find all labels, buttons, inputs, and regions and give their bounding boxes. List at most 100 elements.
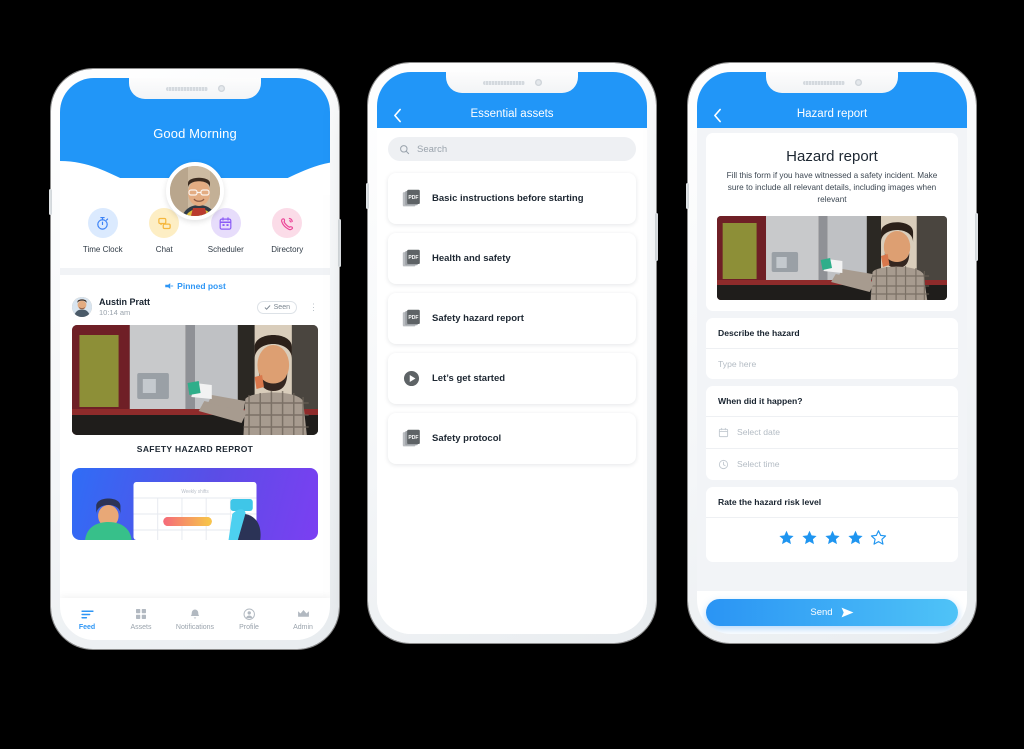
select-time-input[interactable]: Select time [706, 449, 958, 480]
when-happened-question: When did it happen? [706, 386, 958, 417]
nav-label: Notifications [175, 624, 215, 631]
page-title: Hazard report [796, 108, 868, 120]
star-icon[interactable] [778, 529, 795, 546]
asset-item-lets-get-started[interactable]: Let’s get started [388, 353, 636, 404]
svg-text:PDF: PDF [408, 255, 418, 261]
pdf-icon: PDF [402, 189, 420, 207]
svg-text:PDF: PDF [408, 195, 418, 201]
post-header: Austin Pratt 10:14 am Seen ⋮ [60, 295, 330, 325]
assets-body: Search PDF Basic instructions before sta… [377, 128, 647, 634]
greeting-text: Good Morning [153, 126, 237, 141]
rate-risk-question: Rate the hazard risk level [706, 487, 958, 518]
question-label: Rate the hazard risk level [718, 496, 822, 507]
star-icon[interactable] [870, 529, 887, 546]
phone-ring-icon [272, 208, 303, 238]
send-label: Send [810, 607, 833, 618]
input-placeholder: Select time [737, 459, 780, 470]
quick-action-label: Time Clock [82, 245, 123, 254]
weekly-shifts-illustration: Weekly shifts [85, 481, 261, 540]
pinned-post-banner: Pinned post [60, 275, 330, 295]
phone-mockup-hazard-report: Hazard report Hazard report Fill this fo… [686, 63, 978, 643]
post-author-block: Austin Pratt 10:14 am [99, 297, 150, 318]
search-placeholder: Search [417, 143, 448, 155]
asset-item-safety-protocol[interactable]: PDF Safety protocol [388, 413, 636, 464]
worker-photo [717, 215, 947, 300]
nav-label: Admin [293, 624, 313, 631]
phone1-notch [129, 78, 261, 99]
nav-item-notifications[interactable]: Notifications [171, 607, 219, 631]
send-button[interactable]: Send [706, 599, 958, 626]
speaker-grill-icon [165, 86, 208, 91]
seen-label: Seen [273, 303, 290, 311]
when-happened-card: When did it happen? Select date Select t… [706, 385, 958, 480]
star-icon[interactable] [801, 529, 818, 546]
nav-item-assets[interactable]: Assets [117, 607, 165, 631]
rating-stars[interactable] [706, 518, 958, 562]
post-author-avatar[interactable] [72, 297, 92, 318]
svg-text:Weekly shifts: Weekly shifts [181, 488, 209, 494]
post-caption: SAFETY HAZARD REPROT [60, 434, 330, 468]
input-placeholder: Select date [737, 427, 780, 438]
nav-label: Profile [239, 624, 259, 631]
asset-item-safety-hazard-report[interactable]: PDF Safety hazard report [388, 293, 636, 344]
phone2-notch [446, 72, 578, 93]
back-button[interactable] [709, 107, 725, 123]
star-icon[interactable] [824, 529, 841, 546]
play-icon [403, 370, 420, 387]
hazard-form-body: Hazard report Fill this form if you have… [697, 128, 967, 634]
phone3-notch [766, 72, 898, 93]
asset-item-basic-instructions[interactable]: PDF Basic instructions before starting [388, 173, 636, 224]
post-timestamp: 10:14 am [99, 308, 131, 318]
grid-icon [117, 607, 165, 621]
phone3-screen: Hazard report Hazard report Fill this fo… [697, 72, 967, 634]
asset-label: Safety protocol [432, 433, 502, 444]
asset-item-health-and-safety[interactable]: PDF Health and safety [388, 233, 636, 284]
form-intro-card: Hazard report Fill this form if you have… [706, 133, 958, 311]
post-author-name: Austin Pratt [99, 297, 151, 307]
weekly-shifts-card[interactable]: Weekly shifts [72, 467, 318, 540]
star-icon[interactable] [847, 529, 864, 546]
describe-hazard-question: Describe the hazard [706, 318, 958, 349]
front-camera-icon [217, 85, 225, 92]
describe-hazard-input[interactable]: Type here [706, 349, 958, 379]
pin-icon [165, 283, 174, 289]
quick-action-directory[interactable]: Directory [261, 208, 313, 254]
speaker-grill-icon [802, 80, 845, 85]
speaker-grill-icon [482, 80, 525, 85]
nav-item-admin[interactable]: Admin [279, 607, 327, 631]
pinned-post-label: Pinned post [177, 281, 226, 291]
asset-label: Health and safety [432, 253, 511, 264]
send-button-bar: Send [697, 591, 967, 634]
phone-mockup-assets: Essential assets Search PDF Basic instru… [366, 63, 658, 643]
quick-action-time-clock[interactable]: Time Clock [77, 208, 129, 254]
avatar[interactable] [166, 162, 224, 220]
page-title: Essential assets [470, 108, 554, 120]
hazard-image[interactable] [717, 215, 947, 300]
nav-item-profile[interactable]: Profile [225, 607, 273, 631]
status-badge-seen[interactable]: Seen [256, 300, 297, 314]
calendar-icon [718, 427, 729, 437]
nav-item-feed[interactable]: Feed [63, 607, 111, 631]
rate-risk-card: Rate the hazard risk level [706, 486, 958, 562]
worker-photo [72, 324, 318, 435]
crown-icon [279, 607, 327, 621]
search-icon [400, 144, 410, 154]
send-arrow-icon [841, 607, 854, 618]
post-image[interactable] [72, 324, 318, 435]
back-button[interactable] [389, 107, 405, 123]
front-camera-icon [854, 79, 862, 86]
quick-action-label: Scheduler [207, 245, 244, 254]
chevron-left-icon [393, 108, 401, 122]
select-date-input[interactable]: Select date [706, 417, 958, 449]
section-divider [60, 268, 330, 275]
bell-icon [171, 607, 219, 621]
asset-label: Safety hazard report [432, 313, 524, 324]
quick-action-label: Chat [155, 245, 173, 254]
check-icon [264, 305, 270, 310]
search-input[interactable]: Search [388, 137, 636, 161]
question-label: Describe the hazard [718, 327, 800, 338]
stopwatch-icon [87, 208, 118, 238]
kebab-menu-icon[interactable]: ⋮ [304, 302, 318, 311]
user-avatar-icon [72, 297, 92, 318]
quick-action-label: Directory [271, 245, 304, 254]
